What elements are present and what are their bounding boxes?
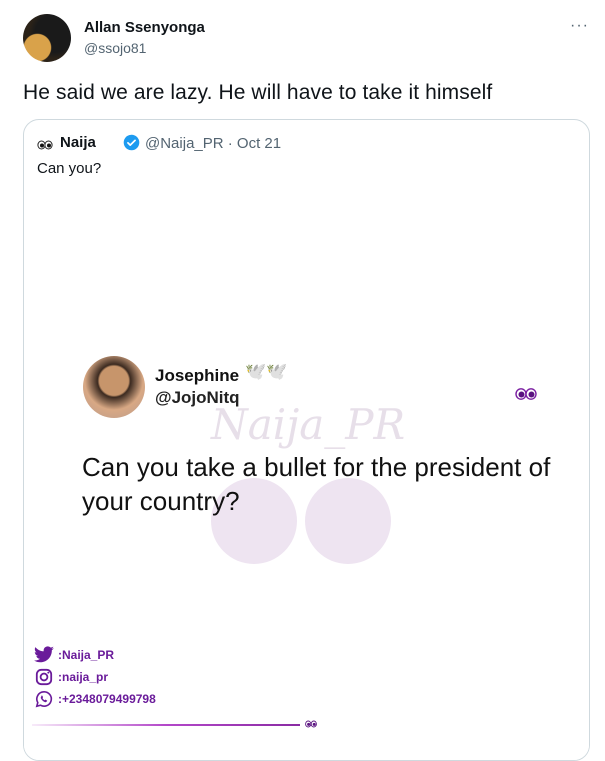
inner-question: Can you take a bullet for the president … [82, 452, 551, 516]
verified-badge-icon [123, 134, 140, 151]
whatsapp-icon [35, 690, 53, 708]
author-handle[interactable]: @ssojo81 [84, 40, 146, 56]
tweet-text: He said we are lazy. He will have to tak… [23, 81, 493, 104]
more-options-icon[interactable]: ··· [570, 17, 589, 35]
twitter-contact: :Naija_PR [33, 646, 114, 664]
dove-emoji: 🕊️🕊️ [245, 362, 288, 381]
author-name[interactable]: Allan Ssenyonga [84, 19, 205, 36]
quoted-text: Can you? [37, 160, 102, 177]
twitter-icon [34, 646, 54, 663]
instagram-contact: :naija_pr [33, 668, 108, 686]
watermark-text: Naija_PR [211, 400, 406, 449]
quoted-media-image[interactable]: Naija_PR Josephine 🕊️🕊️ @JojoNitq Can yo… [24, 188, 589, 760]
whatsapp-contact: :+2348079499798 [33, 690, 156, 708]
quoted-tweet[interactable]: Naija @Naija_PR · Oct 21 Can you? Naija_… [23, 119, 590, 761]
twitter-handle-label: :Naija_PR [58, 648, 115, 662]
decorative-line [32, 724, 300, 726]
eyes-icon [515, 388, 537, 400]
quoted-author-name[interactable]: Naija [60, 134, 96, 151]
whatsapp-number-label: :+2348079499798 [58, 692, 156, 706]
quoted-handle-date[interactable]: @Naija_PR · Oct 21 [145, 135, 281, 152]
eyes-avatar-icon[interactable] [37, 138, 53, 150]
inner-handle: @JojoNitq [155, 388, 240, 407]
instagram-handle-label: :naija_pr [58, 670, 109, 684]
small-eyes-icon [305, 720, 317, 728]
inner-avatar [83, 356, 145, 418]
instagram-icon [35, 668, 53, 686]
inner-name: Josephine [155, 366, 240, 385]
author-avatar[interactable] [23, 14, 71, 62]
